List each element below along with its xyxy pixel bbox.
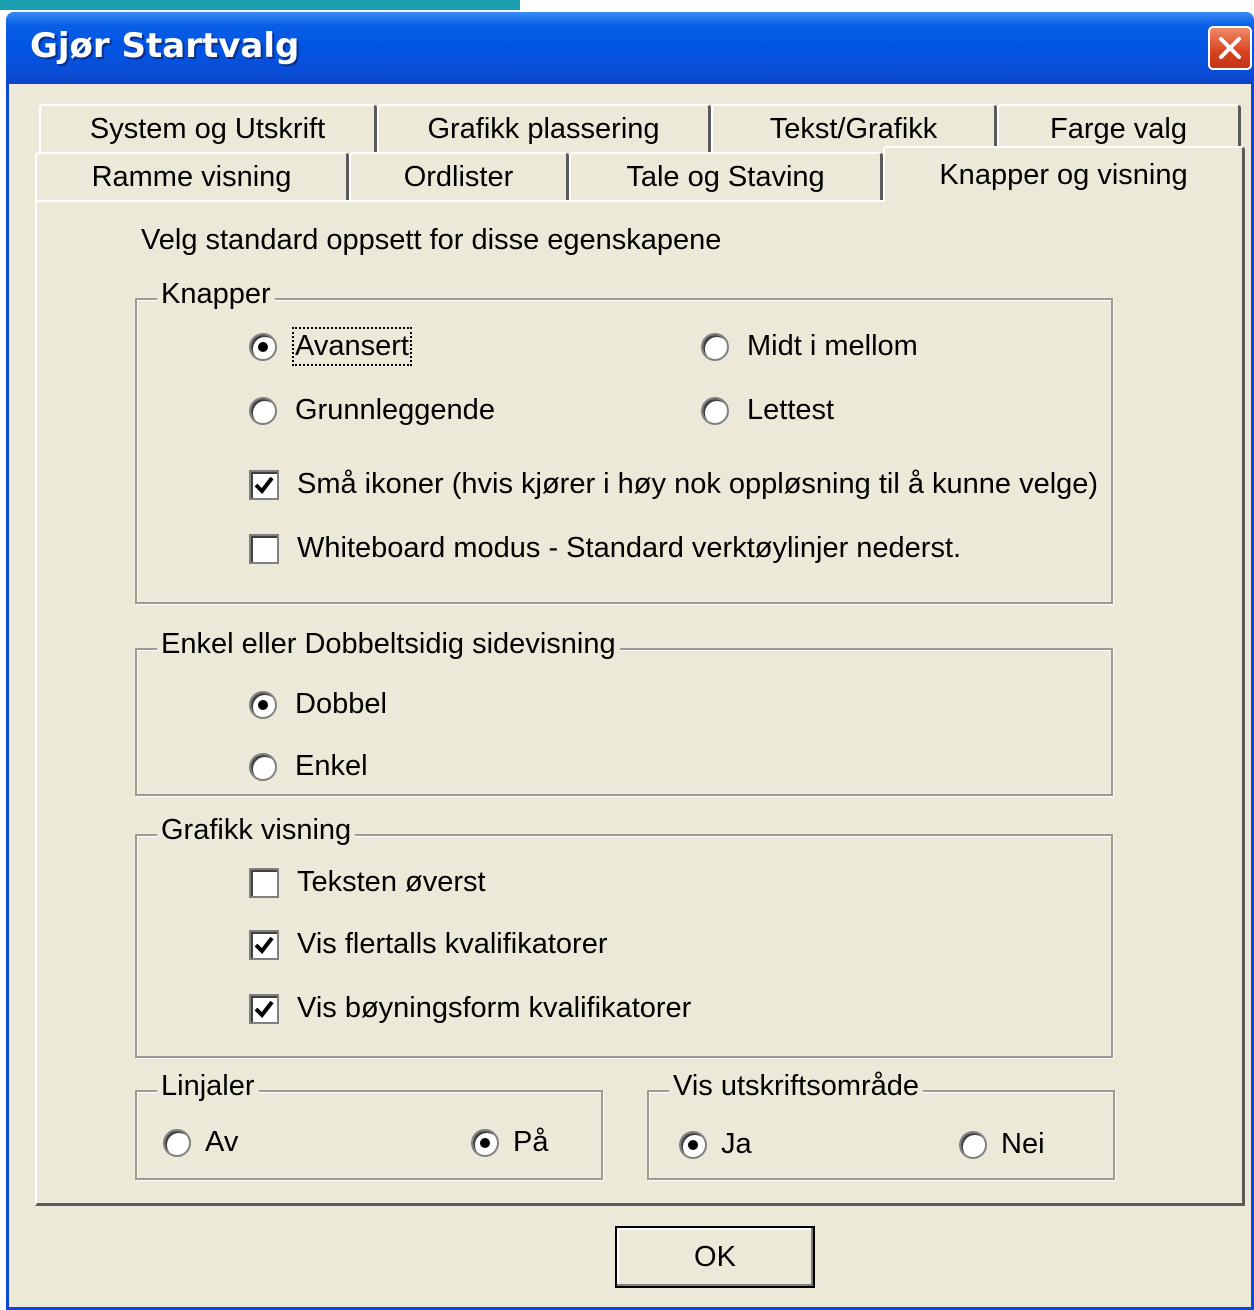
close-button[interactable] xyxy=(1208,26,1252,70)
intro-text: Velg standard oppsett for disse egenskap… xyxy=(141,224,722,256)
radio-label: Enkel xyxy=(295,750,368,782)
radio-pa[interactable]: På xyxy=(471,1126,548,1159)
group-legend: Enkel eller Dobbeltsidig sidevisning xyxy=(157,628,620,661)
radio-button[interactable] xyxy=(701,396,729,425)
close-icon xyxy=(1219,37,1241,59)
radio-button[interactable] xyxy=(959,1130,987,1159)
checkbox-teksten-overst[interactable]: Teksten øverst xyxy=(249,866,486,899)
title-bar[interactable]: Gjør Startvalg xyxy=(6,12,1254,84)
radio-button[interactable] xyxy=(249,752,277,781)
checkbox-flertalls-kvalifikatorer[interactable]: Vis flertalls kvalifikatorer xyxy=(249,928,608,961)
checkbox-boyningsform-kvalifikatorer[interactable]: Vis bøyningsform kvalifikatorer xyxy=(249,992,691,1025)
tab-label: Grafikk plassering xyxy=(427,112,660,145)
checkbox-sma-ikoner[interactable]: Små ikoner (hvis kjører i høy nok oppløs… xyxy=(249,468,1098,501)
tab-system-og-utskrift[interactable]: System og Utskrift xyxy=(39,104,377,152)
radio-label: Ja xyxy=(721,1128,752,1160)
radio-selected-dot xyxy=(258,699,268,710)
tab-label: Farge valg xyxy=(1049,112,1187,145)
radio-button[interactable] xyxy=(249,690,277,719)
linjaler-group: Linjaler Av På xyxy=(135,1070,603,1180)
check-mark-icon xyxy=(254,476,274,494)
check-mark-icon xyxy=(254,1000,274,1018)
radio-label: Avansert xyxy=(292,327,412,366)
checkbox-label: Whiteboard modus - Standard verktøylinje… xyxy=(297,532,962,564)
radio-selected-dot xyxy=(688,1139,698,1150)
radio-midt-i-mellom[interactable]: Midt i mellom xyxy=(701,330,918,363)
tab-label: Ramme visning xyxy=(91,160,292,193)
grafikk-visning-group: Grafikk visning Teksten øverst Vis flert… xyxy=(135,814,1113,1058)
knapper-group: Knapper Avansert Midt i mellom Grunnlegg… xyxy=(135,278,1113,604)
checkbox[interactable] xyxy=(249,533,279,564)
radio-button[interactable] xyxy=(249,332,277,361)
tab-knapper-og-visning[interactable]: Knapper og visning xyxy=(883,146,1245,202)
radio-label: Av xyxy=(205,1126,239,1158)
radio-enkel[interactable]: Enkel xyxy=(249,750,368,783)
sidevisning-group: Enkel eller Dobbeltsidig sidevisning Dob… xyxy=(135,628,1113,796)
radio-dobbel[interactable]: Dobbel xyxy=(249,688,387,721)
checkbox-whiteboard[interactable]: Whiteboard modus - Standard verktøylinje… xyxy=(249,532,961,565)
group-legend: Linjaler xyxy=(157,1070,259,1103)
group-legend: Vis utskriftsområde xyxy=(669,1070,924,1103)
tab-label: Ordlister xyxy=(403,160,514,193)
tab-tekst-grafikk[interactable]: Tekst/Grafikk xyxy=(711,104,997,152)
tab-label: Tale og Staving xyxy=(626,160,825,193)
tab-label: System og Utskrift xyxy=(89,112,326,145)
radio-label: Lettest xyxy=(747,394,835,426)
checkbox[interactable] xyxy=(249,993,279,1024)
radio-selected-dot xyxy=(258,341,268,352)
desktop-background-strip xyxy=(0,0,520,10)
radio-label: På xyxy=(513,1126,549,1158)
radio-label: Grunnleggende xyxy=(295,394,495,426)
tab-farge-valg[interactable]: Farge valg xyxy=(997,104,1241,152)
checkbox-label: Vis bøyningsform kvalifikatorer xyxy=(297,992,692,1024)
radio-label: Dobbel xyxy=(295,688,387,720)
tab-panel: Velg standard oppsett for disse egenskap… xyxy=(35,200,1245,1206)
tab-grafikk-plassering[interactable]: Grafikk plassering xyxy=(377,104,711,152)
radio-label: Nei xyxy=(1001,1128,1045,1160)
radio-ja[interactable]: Ja xyxy=(679,1128,752,1161)
radio-avansert[interactable]: Avansert xyxy=(249,327,412,366)
radio-selected-dot xyxy=(480,1137,490,1148)
checkbox-label: Små ikoner (hvis kjører i høy nok oppløs… xyxy=(297,468,1099,500)
tab-label: Knapper og visning xyxy=(939,158,1188,191)
tab-ordlister[interactable]: Ordlister xyxy=(349,152,569,200)
checkbox-label: Vis flertalls kvalifikatorer xyxy=(297,928,608,960)
checkbox[interactable] xyxy=(249,929,279,960)
checkbox-label: Teksten øverst xyxy=(297,866,486,898)
tab-label: Tekst/Grafikk xyxy=(769,112,938,145)
check-mark-icon xyxy=(254,936,274,954)
radio-lettest[interactable]: Lettest xyxy=(701,394,834,427)
checkbox[interactable] xyxy=(249,867,279,898)
checkbox[interactable] xyxy=(249,469,279,500)
radio-label: Midt i mellom xyxy=(747,330,918,362)
radio-button[interactable] xyxy=(701,332,729,361)
window-title: Gjør Startvalg xyxy=(30,26,300,66)
ok-button-label: OK xyxy=(694,1240,736,1273)
radio-nei[interactable]: Nei xyxy=(959,1128,1045,1161)
radio-button[interactable] xyxy=(249,396,277,425)
tab-tale-og-staving[interactable]: Tale og Staving xyxy=(569,152,883,200)
ok-button[interactable]: OK xyxy=(615,1226,815,1288)
radio-grunnleggende[interactable]: Grunnleggende xyxy=(249,394,495,427)
group-legend: Grafikk visning xyxy=(157,814,356,847)
tab-ramme-visning[interactable]: Ramme visning xyxy=(35,152,349,200)
group-legend: Knapper xyxy=(157,278,275,311)
radio-button[interactable] xyxy=(471,1128,499,1157)
radio-av[interactable]: Av xyxy=(163,1126,238,1159)
utskriftsomrade-group: Vis utskriftsområde Ja Nei xyxy=(647,1070,1115,1180)
dialog-window: Gjør Startvalg System og Utskrift Grafik… xyxy=(6,12,1254,1310)
radio-button[interactable] xyxy=(163,1128,191,1157)
radio-button[interactable] xyxy=(679,1130,707,1159)
